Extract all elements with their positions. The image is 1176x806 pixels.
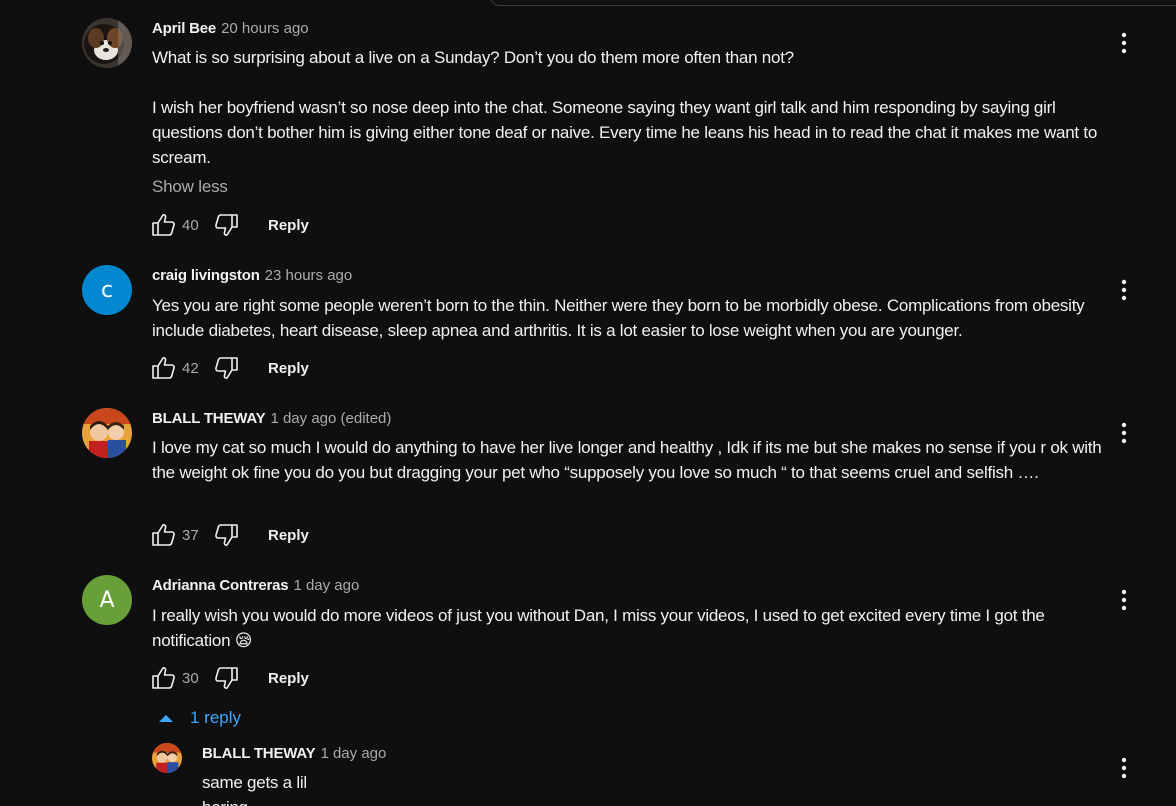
more-vert-icon (1121, 422, 1127, 444)
dislike-button[interactable] (212, 664, 242, 692)
avatar-letter: c (100, 277, 114, 303)
thumbs-down-icon (215, 667, 238, 689)
thumbs-up-icon (152, 524, 175, 546)
replies-count-label: 1 reply (190, 708, 242, 727)
thumbs-down-icon (215, 524, 238, 546)
reply-button[interactable]: Reply (268, 670, 309, 687)
more-actions-button[interactable] (1112, 586, 1136, 614)
like-count: 40 (182, 216, 199, 234)
more-vert-icon (1121, 32, 1127, 54)
comment-text: I really wish you would do more videos o… (152, 606, 1045, 650)
comment-time[interactable]: 23 hours ago (265, 267, 353, 284)
avatar[interactable]: A (82, 575, 132, 625)
comment-header: April Bee 20 hours ago (152, 20, 309, 37)
reply-button[interactable]: Reply (268, 217, 309, 234)
dislike-button[interactable] (212, 211, 242, 239)
more-actions-button[interactable] (1112, 754, 1136, 782)
like-button[interactable] (148, 664, 178, 692)
replies-toggle-button[interactable]: 1 reply (158, 708, 241, 728)
more-vert-icon (1121, 757, 1127, 779)
comment-time[interactable]: 20 hours ago (221, 20, 309, 37)
like-count: 37 (182, 526, 199, 544)
like-button[interactable] (148, 211, 178, 239)
avatar[interactable] (152, 743, 182, 773)
comment-actions: 42 Reply (148, 354, 309, 382)
comment-author[interactable]: BLALL THEWAY (152, 410, 266, 427)
comment-text: Yes you are right some people weren’t bo… (152, 296, 1085, 340)
more-vert-icon (1121, 589, 1127, 611)
like-count: 30 (182, 669, 199, 687)
comment-time[interactable]: 1 day ago (293, 577, 359, 594)
comment-actions: 30 Reply (148, 664, 309, 692)
comment-actions: 40 Reply (148, 211, 309, 239)
collapse-up-icon (159, 715, 173, 722)
comment-author[interactable]: April Bee (152, 20, 216, 37)
dog-photo-avatar-icon (82, 18, 132, 68)
comment-time[interactable]: 1 day ago (edited) (270, 410, 391, 427)
reply-button[interactable]: Reply (268, 360, 309, 377)
like-button[interactable] (148, 354, 178, 382)
dislike-button[interactable] (212, 521, 242, 549)
more-vert-icon (1121, 279, 1127, 301)
avatar[interactable] (82, 408, 132, 458)
like-button[interactable] (148, 521, 178, 549)
comment-text: What is so surprising about a live on a … (152, 48, 1098, 167)
reply-text: same gets a lil boring (202, 773, 307, 806)
thumbs-up-icon (152, 214, 175, 236)
avatar[interactable]: c (82, 265, 132, 315)
more-actions-button[interactable] (1112, 29, 1136, 57)
comment-author[interactable]: Adrianna Contreras (152, 577, 289, 594)
reply-author[interactable]: BLALL THEWAY (202, 745, 316, 762)
thumbs-up-icon (152, 357, 175, 379)
comment-header: craig livingston 23 hours ago (152, 267, 352, 284)
thumbs-down-icon (215, 357, 238, 379)
thumbs-up-icon (152, 667, 175, 689)
comment-header: Adrianna Contreras 1 day ago (152, 577, 359, 594)
reply-button[interactable]: Reply (268, 527, 309, 544)
comment-actions: 37 Reply (148, 521, 309, 549)
comment-author[interactable]: craig livingston (152, 267, 260, 284)
show-less-button[interactable]: Show less (152, 177, 228, 197)
like-count: 42 (182, 359, 199, 377)
avatar-letter: A (99, 587, 115, 613)
thumbs-down-icon (215, 214, 238, 236)
reply-header: BLALL THEWAY 1 day ago (202, 745, 386, 762)
avatar[interactable] (82, 18, 132, 68)
comments-page: April Bee 20 hours ago What is so surpris… (0, 0, 1176, 806)
two-people-cartoon-avatar-icon (152, 743, 182, 773)
dislike-button[interactable] (212, 354, 242, 382)
top-frame-border (490, 0, 1176, 6)
two-people-cartoon-avatar-icon (82, 408, 132, 458)
comment-header: BLALL THEWAY 1 day ago (edited) (152, 410, 391, 427)
more-actions-button[interactable] (1112, 276, 1136, 304)
more-actions-button[interactable] (1112, 419, 1136, 447)
comment-text: I love my cat so much I would do anythin… (152, 438, 1102, 482)
reply-time[interactable]: 1 day ago (320, 745, 386, 762)
